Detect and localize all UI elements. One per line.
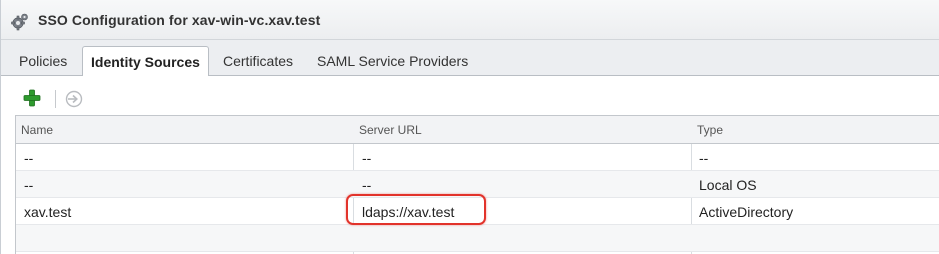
table-row[interactable]: -- -- -- xyxy=(16,144,939,171)
cell-type: -- xyxy=(699,150,709,166)
table-row[interactable]: -- -- Local OS xyxy=(16,171,939,198)
cell-type: Local OS xyxy=(699,177,757,193)
table-row-empty xyxy=(16,225,939,252)
title-bar: SSO Configuration for xav-win-vc.xav.tes… xyxy=(1,0,939,40)
tab-policies[interactable]: Policies xyxy=(11,50,75,76)
cell-type: ActiveDirectory xyxy=(699,204,794,220)
window-title: SSO Configuration for xav-win-vc.xav.tes… xyxy=(38,12,321,28)
tab-certificates[interactable]: Certificates xyxy=(215,50,301,76)
tab-identity-sources[interactable]: Identity Sources xyxy=(82,46,209,77)
column-header-name[interactable]: Name xyxy=(21,123,53,137)
cell-name: -- xyxy=(24,177,34,193)
table-row[interactable]: xav.test ldaps://xav.test ActiveDirector… xyxy=(16,198,939,225)
tab-saml-service-providers[interactable]: SAML Service Providers xyxy=(309,50,476,76)
sso-configuration-window: SSO Configuration for xav-win-vc.xav.tes… xyxy=(0,0,939,254)
table-header: Name Server URL Type xyxy=(16,116,939,144)
toolbar xyxy=(1,76,939,115)
cell-server-url: -- xyxy=(362,150,372,166)
cell-name: -- xyxy=(24,150,34,166)
identity-sources-table: Name Server URL Type -- -- -- -- -- Loca… xyxy=(15,115,939,254)
toolbar-separator xyxy=(55,90,56,108)
cell-server-url: -- xyxy=(362,177,372,193)
column-header-server-url[interactable]: Server URL xyxy=(359,123,422,137)
gear-cog-icon xyxy=(11,13,28,31)
cell-server-url: ldaps://xav.test xyxy=(362,204,455,220)
column-header-type[interactable]: Type xyxy=(697,123,723,137)
plus-icon[interactable] xyxy=(23,89,41,107)
tab-bar: Policies Identity Sources Certificates S… xyxy=(1,40,939,77)
cell-name: xav.test xyxy=(24,204,72,220)
set-default-icon[interactable] xyxy=(64,89,84,109)
